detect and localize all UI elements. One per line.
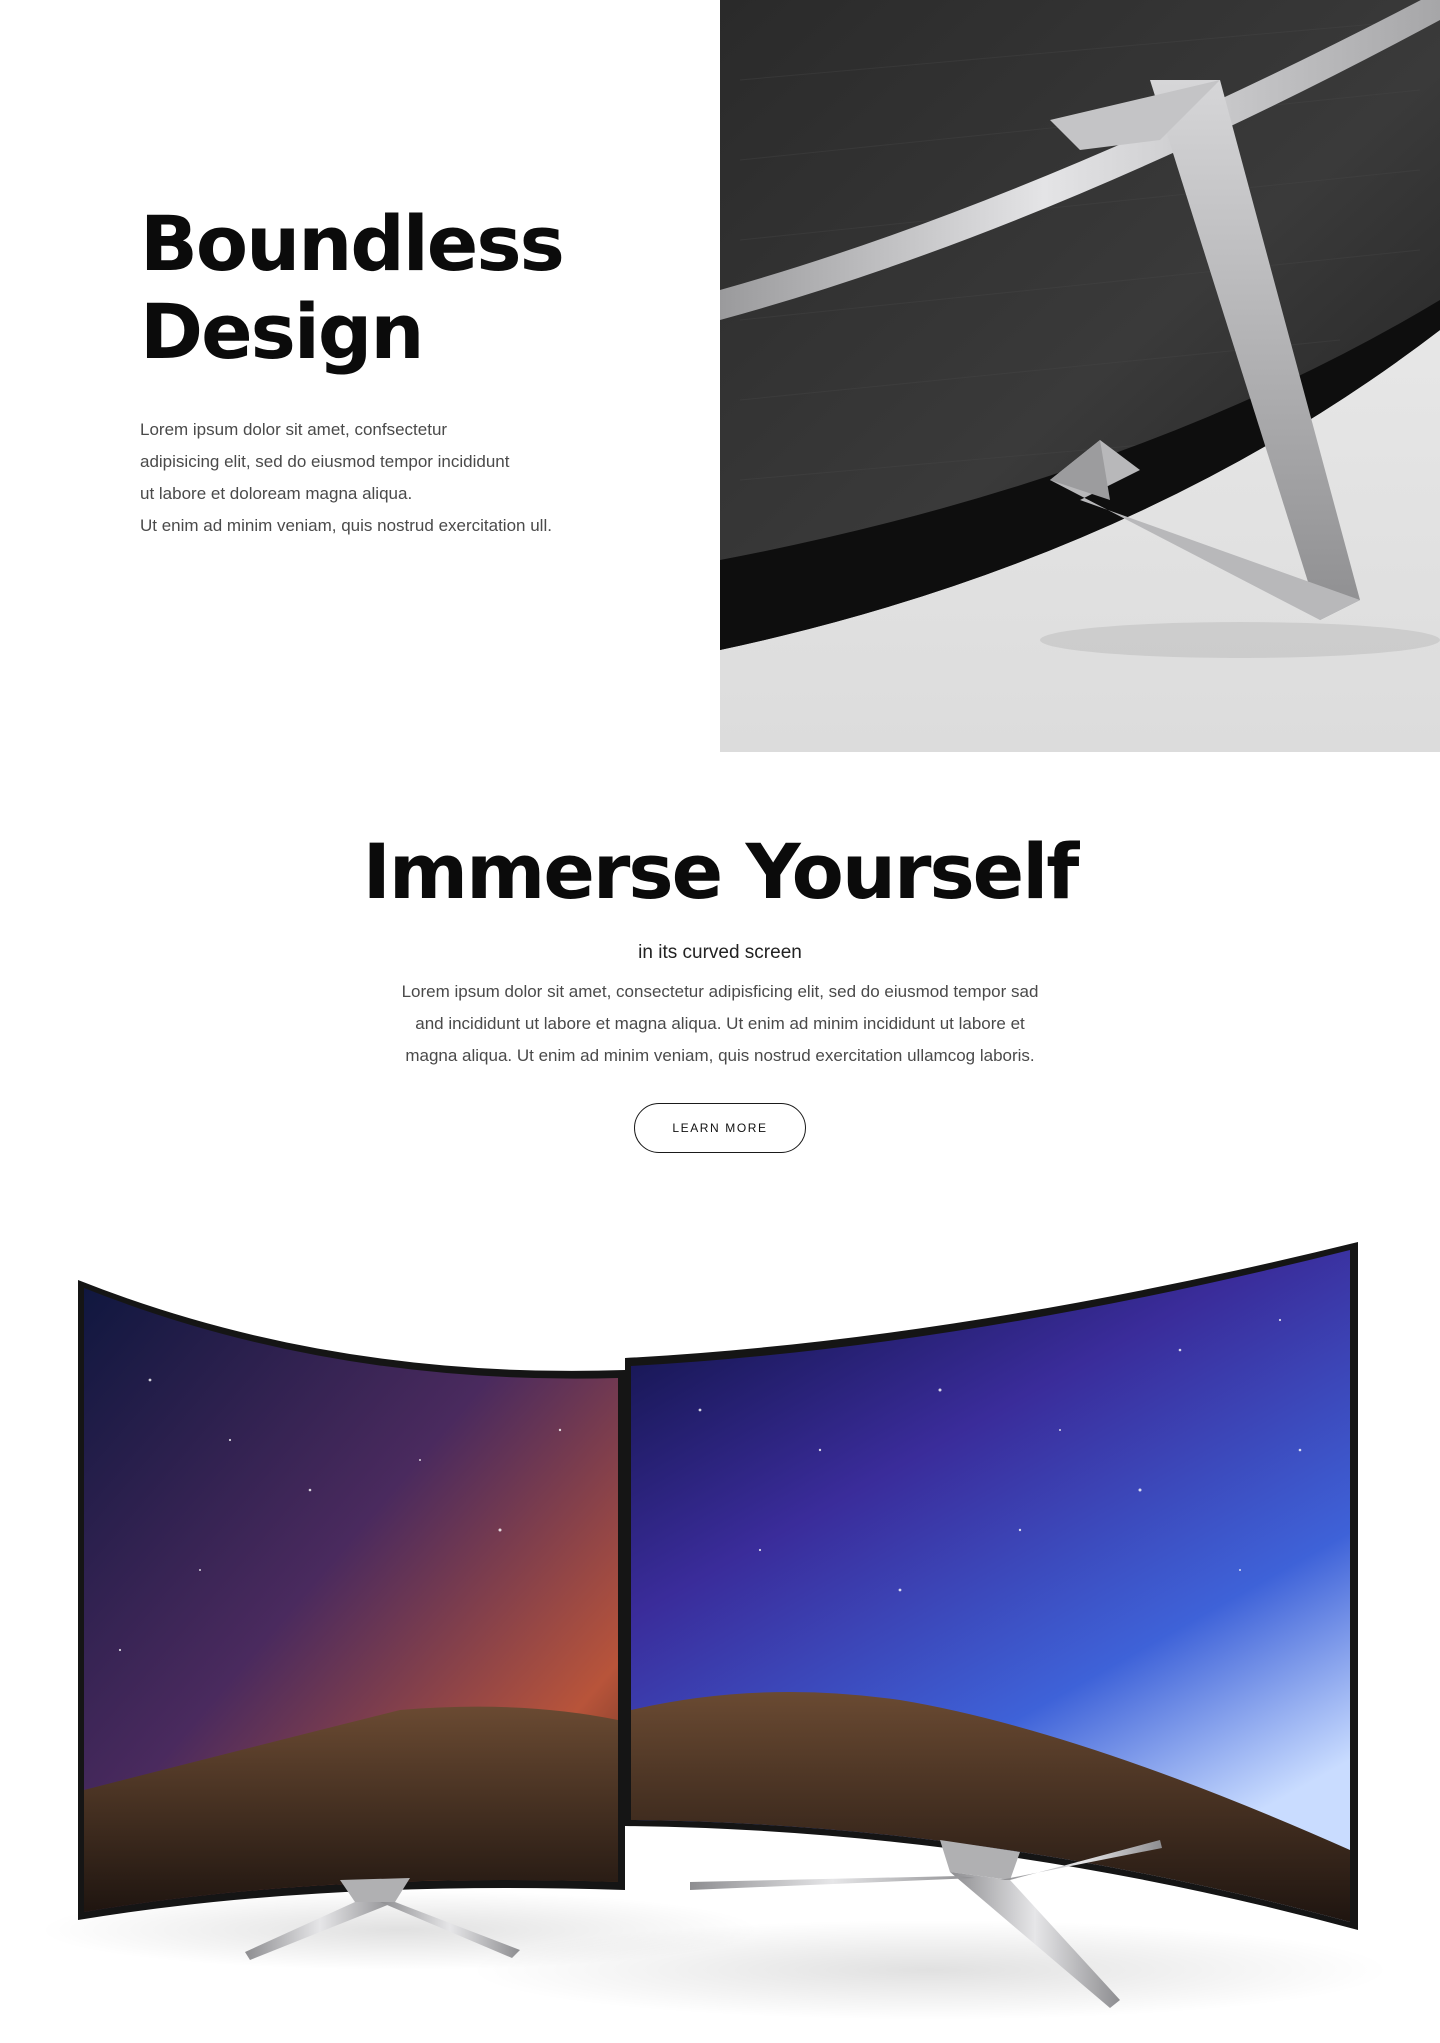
immerse-subheading: in its curved screen xyxy=(638,942,802,963)
boundless-design-section: Boundless Design Lorem ipsum dolor sit a… xyxy=(0,0,1440,752)
immerse-description-line: Lorem ipsum dolor sit amet, consectetur … xyxy=(401,982,1039,1001)
design-heading-line-1: Boundless xyxy=(140,199,565,288)
design-description-line: Lorem ipsum dolor sit amet, confsectetur xyxy=(140,420,448,439)
immerse-description-line: and incididunt ut labore et magna aliqua… xyxy=(415,1014,1025,1033)
design-heading-line-2: Design xyxy=(140,287,424,376)
tv-stand-closeup-image xyxy=(720,0,1440,752)
immerse-description-line: magna aliqua. Ut enim ad minim veniam, q… xyxy=(405,1046,1035,1065)
curved-tv-product-image xyxy=(40,1242,1390,2020)
design-description-line: adipisicing elit, sed do eiusmod tempor … xyxy=(140,452,510,471)
learn-more-button[interactable]: LEARN MORE xyxy=(634,1103,806,1153)
immerse-heading: Immerse Yourself xyxy=(362,827,1080,916)
design-description-line: Ut enim ad minim veniam, quis nostrud ex… xyxy=(140,516,552,535)
design-description-line: ut labore et doloream magna aliqua. xyxy=(140,484,413,503)
design-description: Lorem ipsum dolor sit amet, confsectetur… xyxy=(140,414,660,542)
immerse-description: Lorem ipsum dolor sit amet, consectetur … xyxy=(0,976,1440,1072)
design-heading: Boundless Design xyxy=(140,199,565,376)
